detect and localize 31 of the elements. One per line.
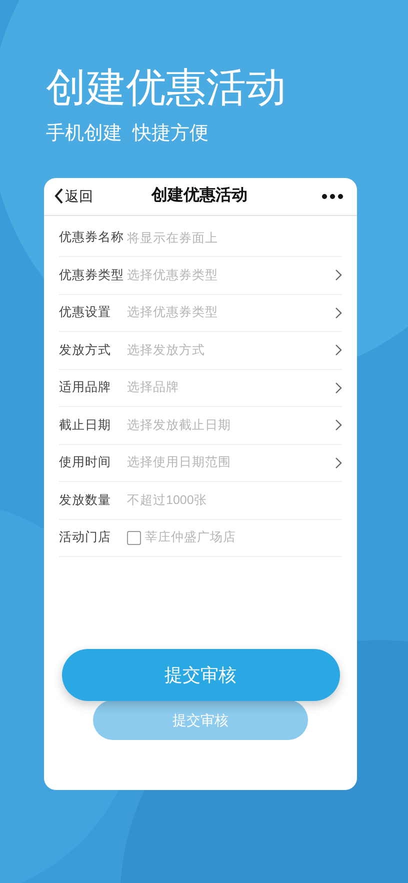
input-field[interactable]: 不超过1000张 <box>127 487 342 514</box>
field-label: 活动门店 <box>59 529 112 546</box>
chevron-right-icon <box>335 269 342 282</box>
input-field[interactable]: 将显示在券面上 <box>127 224 342 251</box>
select-field[interactable]: 选择优惠券类型 <box>127 300 342 326</box>
back-button[interactable]: 返回 <box>54 186 93 206</box>
select-field[interactable]: 选择发放方式 <box>127 337 342 364</box>
page-title: 创建优惠活动 <box>152 186 248 206</box>
field-label: 截止日期 <box>59 416 112 434</box>
store-option: 莘庄仲盛广场店 <box>145 528 236 548</box>
chevron-right-icon <box>335 344 342 356</box>
field-label: 发放方式 <box>59 342 112 359</box>
field-label: 适用品牌 <box>59 379 112 396</box>
select-field[interactable]: 选择优惠券类型 <box>127 262 342 288</box>
hero-title: 创建优惠活动 <box>46 65 287 112</box>
chevron-right-icon <box>335 306 342 319</box>
chevron-right-icon <box>335 419 342 432</box>
select-field[interactable]: 选择发放截止日期 <box>127 412 342 438</box>
checkbox[interactable] <box>127 530 141 545</box>
field-label: 使用时间 <box>59 454 112 472</box>
chevron-right-icon <box>335 456 342 469</box>
field-label: 优惠设置 <box>59 304 112 322</box>
field-label: 发放数量 <box>59 492 112 509</box>
select-field[interactable]: 选择使用日期范围 <box>127 450 342 476</box>
chevron-right-icon <box>335 382 342 394</box>
field-label: 优惠券类型 <box>59 266 125 284</box>
field-label: 优惠券名称 <box>59 229 125 246</box>
back-chevron-icon <box>54 188 64 204</box>
submit-button[interactable]: 提交审核 <box>62 649 340 701</box>
hero-subtitle: 手机创建 快捷方便 <box>46 122 210 146</box>
select-field[interactable]: 选择品牌 <box>127 374 342 401</box>
